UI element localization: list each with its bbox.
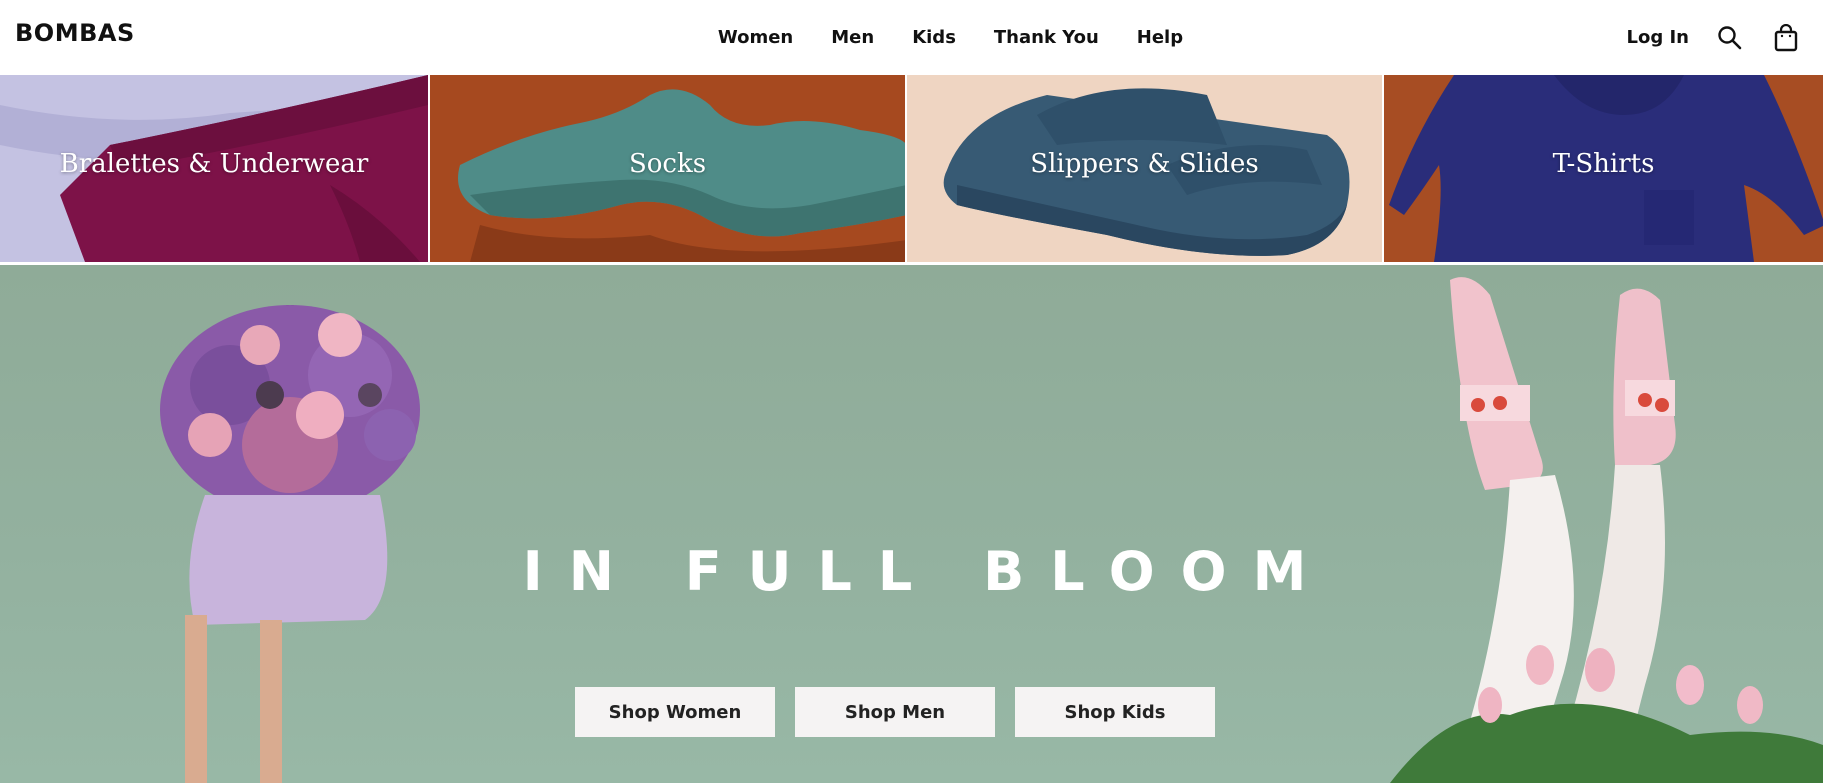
login-link[interactable]: Log In	[1627, 27, 1690, 48]
category-tile-tshirts[interactable]: T-Shirts	[1382, 75, 1823, 262]
hero-cta-group: Shop Women Shop Men Shop Kids	[575, 687, 1215, 737]
category-label-tshirts: T-Shirts	[1552, 149, 1655, 179]
bouquet-person-image	[160, 305, 420, 783]
nav-item-women[interactable]: Women	[718, 27, 793, 48]
nav-item-thank-you[interactable]: Thank You	[994, 27, 1099, 48]
category-label-slippers: Slippers & Slides	[1030, 149, 1259, 179]
nav-item-help[interactable]: Help	[1137, 27, 1183, 48]
category-tile-socks[interactable]: Socks	[428, 75, 905, 262]
category-tile-slippers[interactable]: Slippers & Slides	[905, 75, 1382, 262]
shop-women-button[interactable]: Shop Women	[575, 687, 775, 737]
nav-item-men[interactable]: Men	[831, 27, 874, 48]
category-label-underwear: Bralettes & Underwear	[59, 149, 369, 179]
nav-item-kids[interactable]: Kids	[912, 27, 956, 48]
shop-men-button[interactable]: Shop Men	[795, 687, 995, 737]
category-tile-underwear[interactable]: Bralettes & Underwear	[0, 75, 428, 262]
hero-title: IN FULL BLOOM	[522, 540, 1333, 603]
category-label-socks: Socks	[628, 149, 707, 179]
main-nav: Women Men Kids Thank You Help	[0, 0, 1823, 75]
socks-legs-image	[1390, 277, 1823, 783]
search-icon[interactable]	[1715, 23, 1745, 53]
site-header: BOMBAS Women Men Kids Thank You Help Log…	[0, 0, 1823, 75]
shop-kids-button[interactable]: Shop Kids	[1015, 687, 1215, 737]
shopping-bag-icon[interactable]	[1771, 23, 1801, 53]
hero-banner: IN FULL BLOOM Shop Women Shop Men Shop K…	[0, 265, 1823, 783]
category-tiles: Bralettes & Underwear Socks Slippers & S…	[0, 75, 1823, 262]
header-actions: Log In	[1627, 0, 1802, 75]
